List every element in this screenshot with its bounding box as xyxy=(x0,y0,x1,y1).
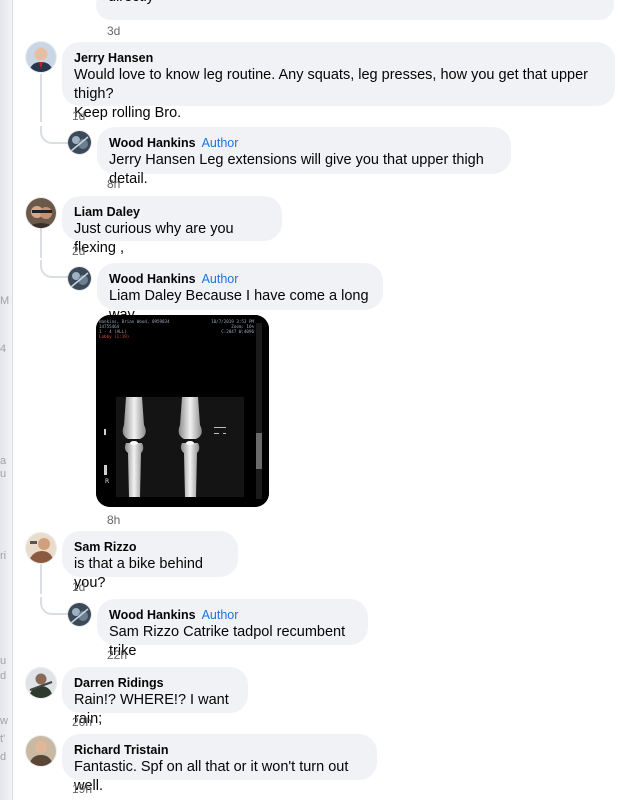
reply-author-name[interactable]: Wood Hankins xyxy=(109,608,196,622)
commenter-name[interactable]: Richard Tristain xyxy=(74,742,365,758)
wood-hankins-avatar-image xyxy=(68,603,91,626)
comment-text: Would love to know leg routine. Any squa… xyxy=(74,67,588,102)
wood-hankins-avatar-image xyxy=(68,131,91,154)
comment-bubble: Darren Ridings Rain!? WHERE!? I want rai… xyxy=(62,667,248,727)
thread-connector xyxy=(40,126,68,144)
commenter-name[interactable]: Darren Ridings xyxy=(74,675,236,691)
strip-fragment: M xyxy=(0,295,10,307)
reply-time[interactable]: 8h xyxy=(107,513,120,527)
knee-xray-image: Hankins, Brian Wood, 0959834 14755464 1 … xyxy=(96,315,269,507)
reply-text: Sam Rizzo Catrike tadpol recumbent trike xyxy=(109,624,346,659)
reply-author-line: Wood Hankins Author xyxy=(109,271,371,287)
commenter-name[interactable]: Liam Daley xyxy=(74,204,270,220)
comment-text: is that a bike behind you? xyxy=(74,556,203,591)
comment-bubble: Richard Tristain Fantastic. Spf on all t… xyxy=(62,734,377,794)
strip-fragment: u xyxy=(0,468,7,480)
comment-time[interactable]: 20h xyxy=(72,715,92,729)
comment-text: Fantastic. Spf on all that or it won't t… xyxy=(74,759,349,794)
strip-fragment: a xyxy=(0,455,7,467)
strip-fragment: d xyxy=(0,751,7,763)
reply-bubble: Wood Hankins Author Jerry Hansen Leg exte… xyxy=(97,127,511,187)
strip-fragment: t' xyxy=(0,733,6,745)
thread-line xyxy=(40,564,42,594)
strip-fragment: 4 xyxy=(0,343,7,355)
avatar[interactable] xyxy=(68,131,91,154)
avatar[interactable] xyxy=(26,198,56,228)
thread-connector xyxy=(40,597,68,615)
xray-header-text: C:2047 W:4096 xyxy=(221,329,254,334)
background-page-strip: M 4 a u ri u d w t' d xyxy=(0,0,13,800)
reply-author-name[interactable]: Wood Hankins xyxy=(109,136,196,150)
avatar[interactable] xyxy=(68,603,91,626)
reply-bubble: Wood Hankins Author Liam Daley Because I … xyxy=(97,263,383,323)
comment-bubble: Liam Daley Just curious why are you flex… xyxy=(62,196,282,256)
comment-time[interactable]: 19h xyxy=(72,782,92,796)
thread-line xyxy=(40,228,42,258)
right-scroll-gutter xyxy=(616,0,626,800)
thread-line xyxy=(40,74,42,122)
xray-side-marker: R xyxy=(105,478,109,485)
commenter-name[interactable]: Sam Rizzo xyxy=(74,539,226,555)
reply-author-line: Wood Hankins Author xyxy=(109,135,499,151)
liam-daley-avatar-image xyxy=(26,198,56,228)
comment-time[interactable]: 2d xyxy=(72,244,85,258)
strip-fragment: u xyxy=(0,655,7,667)
author-badge: Author xyxy=(201,608,239,622)
strip-fragment: d xyxy=(0,670,7,682)
reply-time[interactable]: 22h xyxy=(107,648,127,662)
author-badge: Author xyxy=(201,272,239,286)
comment-text: Rain!? WHERE!? I want rain; xyxy=(74,692,229,727)
reply-author-line: Wood Hankins Author xyxy=(109,607,356,623)
wood-hankins-avatar-image xyxy=(68,267,91,290)
reply-time[interactable]: 8h xyxy=(107,177,120,191)
avatar[interactable] xyxy=(26,533,56,563)
jerry-hansen-avatar-image xyxy=(26,42,56,72)
comment-time[interactable]: 1d xyxy=(72,580,85,594)
comment-bubble: Sam Rizzo is that a bike behind you? xyxy=(62,531,238,591)
xray-header-text: Lobby (1:19) xyxy=(99,334,129,339)
avatar[interactable] xyxy=(26,42,56,72)
comment-time[interactable]: 1d xyxy=(72,109,85,123)
comment-text: directly xyxy=(108,0,154,7)
sam-rizzo-avatar-image xyxy=(26,533,56,563)
darren-ridings-avatar-image xyxy=(26,668,56,698)
reply-author-name[interactable]: Wood Hankins xyxy=(109,272,196,286)
reply-text: Jerry Hansen Leg extensions will give yo… xyxy=(109,152,484,187)
commenter-name[interactable]: Jerry Hansen xyxy=(74,50,603,66)
avatar[interactable] xyxy=(26,736,56,766)
richard-tristain-avatar-image xyxy=(26,736,56,766)
avatar[interactable] xyxy=(68,267,91,290)
comment-bubble: Jerry Hansen Would love to know leg rout… xyxy=(62,42,615,121)
thread-connector xyxy=(40,260,68,278)
author-badge: Author xyxy=(201,136,239,150)
comment-time[interactable]: 3d xyxy=(107,24,120,38)
reply-bubble: Wood Hankins Author Sam Rizzo Catrike tad… xyxy=(97,599,368,659)
avatar[interactable] xyxy=(26,668,56,698)
comment-text: Keep rolling Bro. xyxy=(74,105,182,121)
comment-text: Just curious why are you flexing , xyxy=(74,221,234,256)
comment-bubble: directly xyxy=(96,0,614,20)
strip-fragment: w xyxy=(0,715,8,727)
strip-fragment: ri xyxy=(0,550,7,562)
xray-image-attachment[interactable]: Hankins, Brian Wood, 0959834 14755464 1 … xyxy=(96,315,269,507)
